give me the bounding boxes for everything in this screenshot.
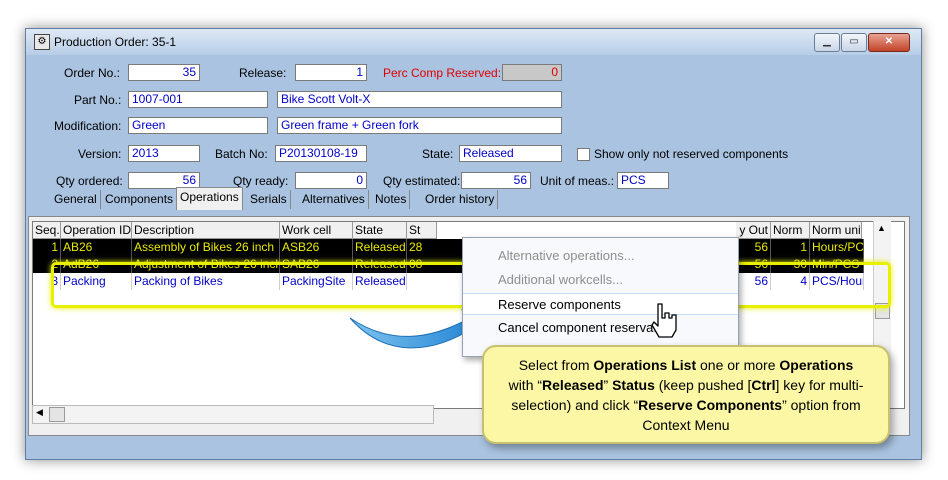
batch-label: Batch No:: [215, 147, 268, 161]
callout-bold: Ctrl: [751, 377, 776, 393]
tab-order-history[interactable]: Order history: [422, 190, 499, 209]
qty-ready-label: Qty ready:: [233, 174, 289, 188]
cell-qty-out: 56: [736, 256, 771, 273]
menu-item-alternative-operations[interactable]: Alternative operations...: [463, 245, 738, 267]
callout-bold: Operations: [779, 357, 854, 373]
uom-label: Unit of meas.:: [540, 174, 615, 188]
col-header-norm[interactable]: Norm: [771, 222, 810, 239]
batch-field[interactable]: P20130108-19: [275, 145, 367, 162]
tab-serials[interactable]: Serials: [247, 190, 291, 209]
part-no-field[interactable]: 1007-001: [128, 91, 268, 108]
maximize-button[interactable]: ▭: [841, 33, 867, 52]
cell-qty-out: 56: [736, 273, 771, 290]
scroll-thumb[interactable]: [875, 303, 890, 319]
scroll-up-icon[interactable]: ▲: [877, 223, 886, 233]
cell-work-cell: PackingSite: [280, 273, 353, 290]
menu-item-cancel-component-reservation[interactable]: Cancel component reservation: [463, 317, 738, 339]
modification-field[interactable]: Green: [128, 117, 268, 134]
tab-operations[interactable]: Operations: [176, 187, 243, 210]
hand-cursor-icon: [651, 303, 677, 338]
tab-notes[interactable]: Notes: [372, 190, 411, 209]
col-header-description[interactable]: Description: [132, 222, 280, 239]
cell-operation-id: AdB26: [61, 256, 132, 273]
version-field[interactable]: 2013: [128, 145, 200, 162]
hscroll-thumb[interactable]: [49, 407, 65, 422]
app-icon: ⚙: [34, 34, 50, 50]
callout-text: Select from: [518, 357, 594, 373]
cell-state: Released: [353, 256, 407, 273]
only-not-reserved-label: Show only not reserved components: [594, 147, 789, 161]
state-field[interactable]: Released: [459, 145, 562, 162]
callout-text: one or more: [696, 357, 780, 373]
col-header-seq[interactable]: Seq.: [33, 222, 61, 239]
uom-field[interactable]: PCS: [617, 172, 669, 189]
title-bar[interactable]: ⚙ Production Order: 35-1 ▁ ▭ ✕: [26, 29, 921, 55]
cell-seq: 3: [33, 273, 61, 290]
cell-seq: 1: [33, 239, 61, 256]
callout-text: ”: [603, 377, 613, 393]
cell-description: Packing of Bikes: [132, 273, 280, 290]
cell-norm: 30: [771, 256, 810, 273]
cell-norm: 4: [771, 273, 810, 290]
release-label: Release:: [239, 66, 287, 80]
window-title: Production Order: 35-1: [54, 35, 177, 49]
menu-item-additional-workcells[interactable]: Additional workcells...: [463, 269, 738, 291]
scroll-left-icon[interactable]: ◀: [36, 407, 43, 418]
modification-desc-field[interactable]: Green frame + Green fork: [277, 117, 562, 134]
cell-work-cell: SAB26: [280, 256, 353, 273]
cell-state: Released: [355, 273, 407, 290]
cell-norm-unit: Min/PCS: [810, 256, 864, 273]
callout-text: (keep pushed [: [654, 377, 752, 393]
cell-state: Released: [353, 239, 407, 256]
perc-comp-label: Perc Comp Reserved:: [383, 66, 502, 80]
qty-ordered-label: Qty ordered:: [56, 174, 123, 188]
cell-norm-unit: Hours/PCS: [810, 239, 864, 256]
cell-operation-id: Packing: [61, 273, 132, 290]
callout-bold: Status: [612, 377, 655, 393]
cell-norm: 1: [771, 239, 810, 256]
col-header-work-cell[interactable]: Work cell: [280, 222, 353, 239]
modification-label: Modification:: [54, 119, 122, 133]
cell-operation-id: AB26: [61, 239, 132, 256]
tab-components[interactable]: Components: [102, 190, 178, 209]
cell-qty-out: 56: [736, 239, 771, 256]
qty-estimated-field[interactable]: 56: [461, 172, 531, 189]
perc-comp-field: 0: [502, 64, 562, 81]
qty-ready-field[interactable]: 0: [295, 172, 367, 189]
only-not-reserved-checkbox[interactable]: [577, 148, 590, 161]
part-desc-field[interactable]: Bike Scott Volt-X: [277, 91, 562, 108]
callout-bold: Operations List: [593, 357, 697, 373]
tab-alternatives[interactable]: Alternatives: [299, 190, 369, 209]
cell-norm-unit: PCS/Hour: [812, 273, 864, 290]
col-header-norm-unit[interactable]: Norm unit: [810, 222, 862, 239]
tab-general[interactable]: General: [51, 190, 101, 209]
state-label: State:: [422, 147, 454, 161]
cell-seq: 2: [33, 256, 61, 273]
minimize-button[interactable]: ▁: [814, 33, 840, 52]
context-menu: Alternative operations... Additional wor…: [462, 237, 739, 357]
cell-description: Adjustment of Bikes 26 inch: [132, 256, 280, 273]
menu-item-reserve-components[interactable]: Reserve components: [463, 293, 738, 315]
qty-estimated-label: Qty estimated:: [383, 174, 461, 188]
part-no-label: Part No.:: [74, 93, 122, 107]
callout-bold: Reserve Components: [638, 397, 783, 413]
horizontal-scrollbar[interactable]: ◀: [32, 405, 434, 424]
callout-text: with “: [508, 377, 543, 393]
callout-bold: Released: [542, 377, 604, 393]
order-no-label: Order No.:: [64, 66, 121, 80]
release-field[interactable]: 1: [295, 64, 367, 81]
col-header-operation-id[interactable]: Operation ID: [61, 222, 132, 239]
col-header-st[interactable]: St: [407, 222, 437, 239]
instruction-callout: Select from Operations List one or more …: [482, 345, 890, 444]
cell-description: Assembly of Bikes 26 inch: [132, 239, 280, 256]
cell-work-cell: ASB26: [280, 239, 353, 256]
col-header-state[interactable]: State: [353, 222, 407, 239]
version-label: Version:: [78, 147, 122, 161]
close-button[interactable]: ✕: [868, 33, 910, 52]
col-header-qty-out[interactable]: y Out: [736, 222, 771, 239]
order-no-field[interactable]: 35: [128, 64, 200, 81]
